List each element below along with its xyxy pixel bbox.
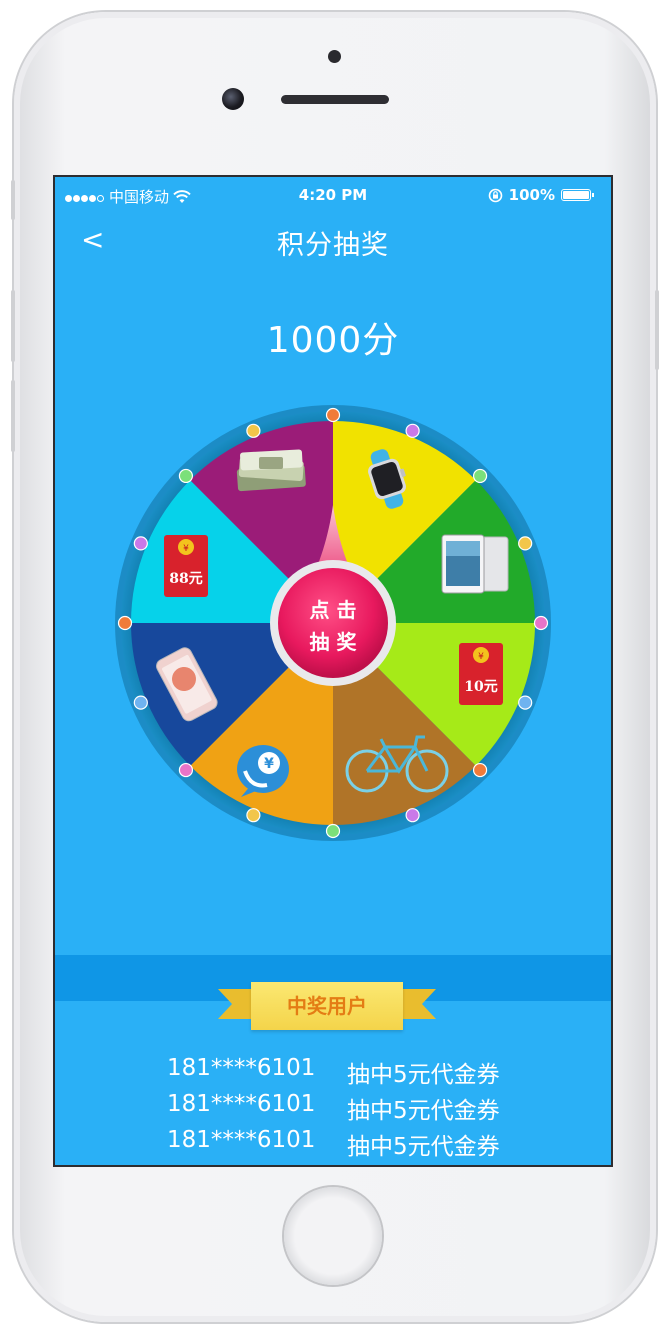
winner-phone: 181****6101 <box>167 1127 316 1153</box>
rim-light <box>405 808 420 823</box>
winner-phone: 181****6101 <box>167 1055 316 1081</box>
winners-title: 中奖用户 <box>251 982 403 1030</box>
rim-light <box>325 407 341 423</box>
winner-prize: 抽中5元代金券 <box>347 1134 500 1160</box>
rim-light <box>117 615 133 631</box>
status-bar: 中国移动 4:20 PM 100% <box>55 177 611 213</box>
winner-row: 181****6101 抽中5元代金券 <box>55 1091 611 1127</box>
red-envelope-10-label: 10元 <box>464 679 497 695</box>
cash-icon <box>236 449 306 492</box>
app-screen: 中国移动 4:20 PM 100% < 积分抽奖 1000分 ¥ 10元 ¥ ¥… <box>53 175 613 1167</box>
nav-bar: < 积分抽奖 <box>55 213 611 269</box>
start-button-label-line2[interactable]: 抽 奖 <box>310 630 358 654</box>
battery-icon <box>561 189 594 201</box>
rim-light <box>246 808 261 823</box>
rim-light <box>178 762 194 778</box>
winner-prize: 抽中5元代金券 <box>347 1098 500 1124</box>
lottery-wheel[interactable]: ¥ 10元 ¥ ¥ 88元 点 击 抽 奖 <box>111 401 555 845</box>
rim-light <box>518 536 533 551</box>
wheel-graphic: ¥ 10元 ¥ ¥ 88元 点 击 抽 奖 <box>115 405 551 841</box>
red-envelope-88-label: 88元 <box>169 571 202 587</box>
rim-light <box>405 423 420 438</box>
battery-percent: 100% <box>508 186 555 204</box>
points-balance: 1000分 <box>266 320 400 361</box>
red-envelope-10-icon: ¥ 10元 <box>459 643 503 705</box>
rim-light <box>472 762 488 778</box>
volume-up-button <box>11 290 15 362</box>
rim-light <box>472 468 488 484</box>
earpiece-speaker <box>281 95 389 104</box>
orientation-lock-icon <box>488 188 502 202</box>
ipad-icon <box>441 534 509 594</box>
winner-phone: 181****6101 <box>167 1091 316 1117</box>
start-button[interactable] <box>278 568 388 678</box>
winner-row: 181****6101 抽中5元代金券 <box>55 1055 611 1091</box>
winner-row: 181****6101 抽中5元代金券 <box>55 1127 611 1163</box>
home-button[interactable] <box>284 1187 382 1285</box>
winner-prize: 抽中5元代金券 <box>347 1062 500 1088</box>
winners-ribbon: 中奖用户 <box>218 977 436 1041</box>
svg-text:¥: ¥ <box>183 544 189 554</box>
mute-switch <box>11 180 15 220</box>
rim-light <box>178 468 194 484</box>
volume-down-button <box>11 380 15 452</box>
rim-light <box>133 536 148 551</box>
svg-text:¥: ¥ <box>264 756 274 772</box>
rim-light <box>133 695 148 710</box>
red-envelope-88-icon: ¥ 88元 <box>164 535 208 597</box>
rim-light <box>246 423 261 438</box>
rim-light <box>533 615 549 631</box>
svg-text:¥: ¥ <box>478 652 484 662</box>
rim-light <box>325 823 341 839</box>
start-button-label-line1[interactable]: 点 击 <box>310 598 357 622</box>
power-button <box>655 290 659 370</box>
winners-list: 181****6101 抽中5元代金券 181****6101 抽中5元代金券 … <box>55 1055 611 1163</box>
proximity-sensor <box>328 50 341 63</box>
front-camera <box>222 88 244 110</box>
rim-light <box>518 695 533 710</box>
page-title: 积分抽奖 <box>277 230 389 261</box>
